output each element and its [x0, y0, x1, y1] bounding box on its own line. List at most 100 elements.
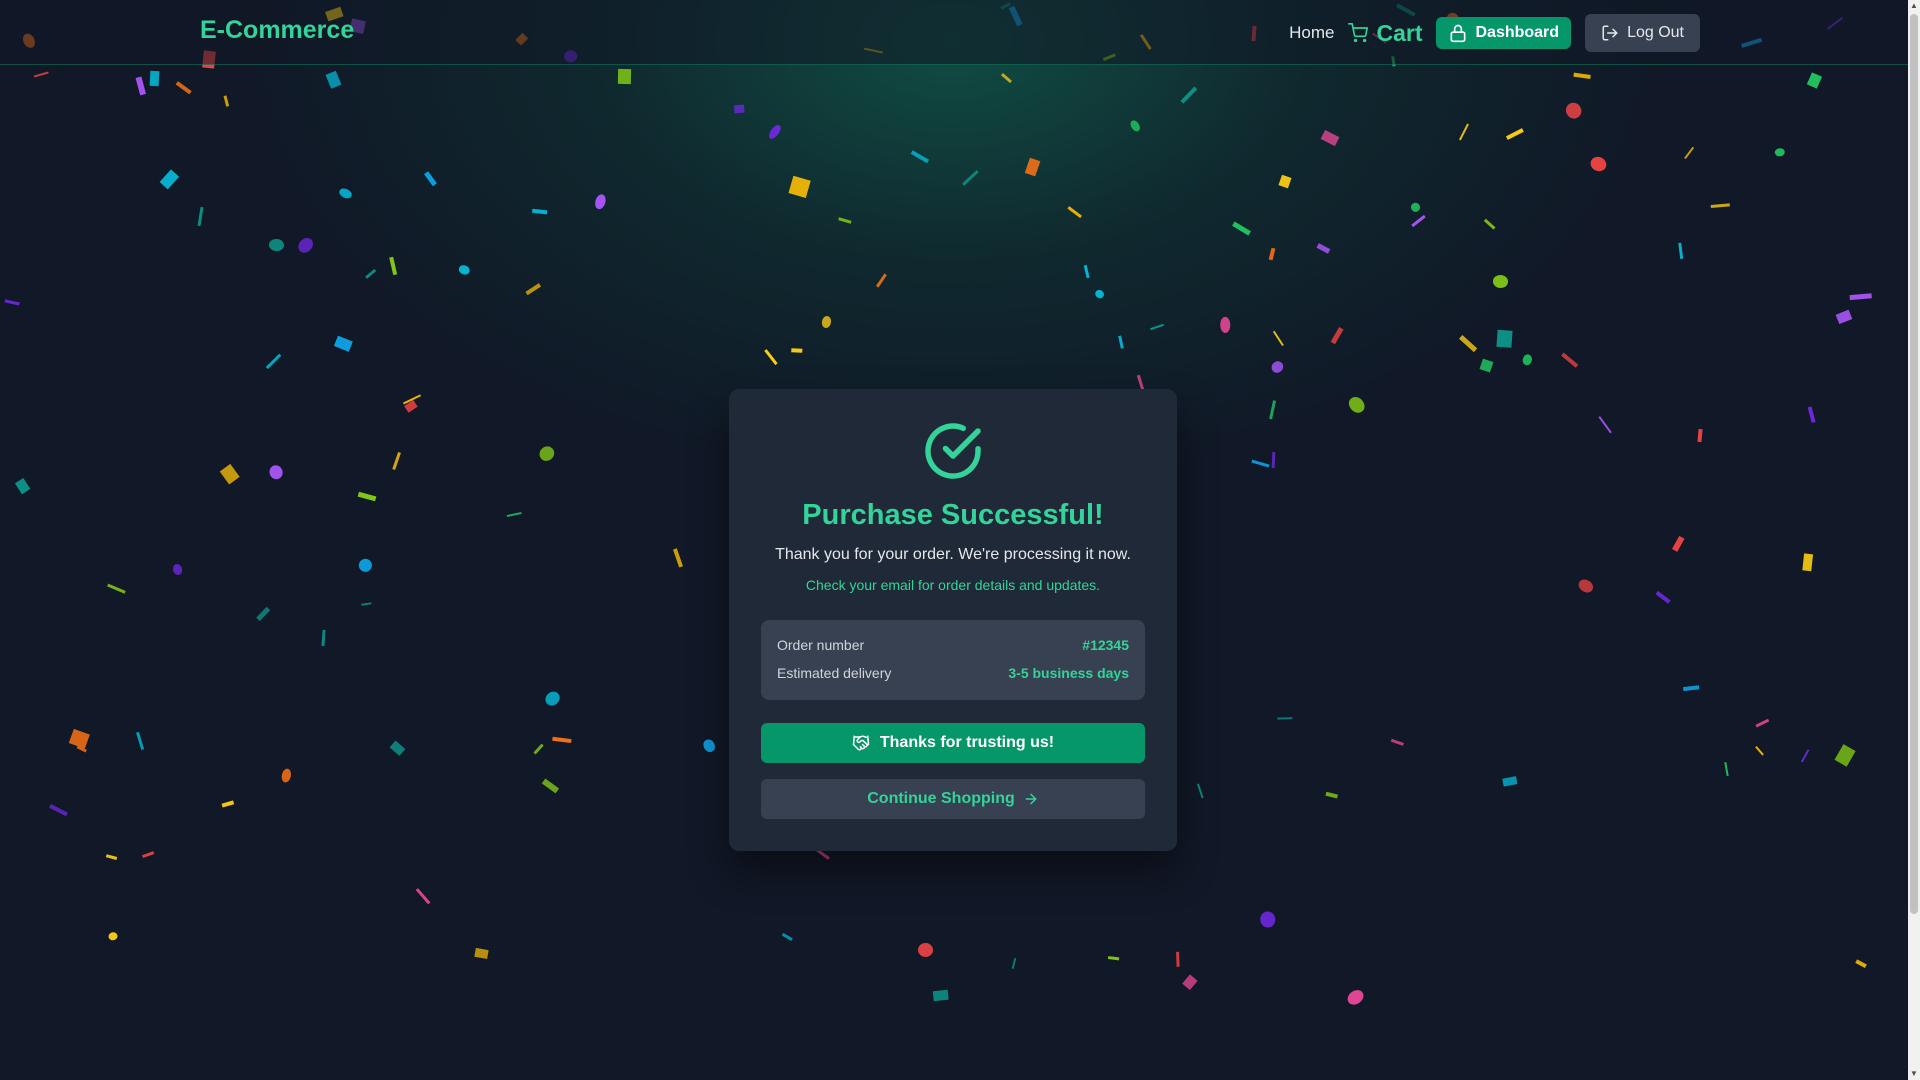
thanks-button[interactable]: Thanks for trusting us! — [761, 723, 1145, 763]
confetti-piece — [1001, 72, 1013, 83]
confetti-piece — [68, 729, 90, 749]
confetti-piece — [876, 273, 887, 288]
confetti-piece — [1182, 974, 1198, 990]
delivery-label: Estimated delivery — [777, 665, 892, 681]
confetti-piece — [1496, 329, 1513, 348]
confetti-piece — [337, 186, 354, 201]
confetti-piece — [391, 452, 401, 471]
confetti-piece — [781, 932, 793, 941]
nav-cart-link[interactable]: Cart — [1348, 20, 1422, 47]
confetti-piece — [141, 851, 155, 859]
dashboard-label: Dashboard — [1475, 24, 1560, 41]
logout-icon — [1601, 24, 1619, 42]
confetti-piece — [1483, 218, 1496, 230]
confetti-piece — [1520, 353, 1533, 367]
confetti-piece — [788, 175, 811, 198]
nav-home-link[interactable]: Home — [1289, 23, 1334, 43]
confetti-piece — [1697, 428, 1703, 443]
confetti-piece — [160, 169, 180, 189]
confetti-piece — [1083, 264, 1090, 279]
scroll-down-icon[interactable]: ▼ — [1908, 1068, 1920, 1080]
confetti-piece — [150, 71, 161, 87]
confetti-piece — [532, 209, 548, 215]
confetti-piece — [1346, 393, 1369, 416]
confetti-piece — [106, 583, 126, 594]
brand-logo[interactable]: E-Commerce — [200, 16, 354, 45]
confetti-piece — [365, 269, 377, 280]
page: E-Commerce Home Cart Dashboard Log Out P… — [0, 0, 1920, 1080]
confetti-piece — [424, 171, 437, 187]
confetti-piece — [1012, 958, 1018, 970]
confetti-piece — [175, 80, 192, 94]
confetti-piece — [1562, 100, 1584, 122]
confetti-piece — [1024, 157, 1040, 177]
confetti-piece — [403, 394, 422, 405]
confetti-piece — [1259, 910, 1276, 928]
confetti-piece — [1654, 591, 1671, 605]
confetti-piece — [1271, 452, 1275, 468]
confetti-piece — [1093, 288, 1106, 301]
scrollbar-thumb[interactable] — [1910, 14, 1918, 914]
confetti-piece — [389, 740, 406, 756]
confetti-piece — [1850, 292, 1873, 300]
confetti-piece — [1268, 247, 1276, 261]
confetti-piece — [701, 737, 718, 755]
confetti-piece — [593, 193, 608, 211]
confetti-piece — [361, 602, 372, 607]
confetti-piece — [1331, 326, 1344, 344]
confetti-piece — [266, 354, 283, 370]
dashboard-button[interactable]: Dashboard — [1436, 17, 1572, 49]
delivery-value: 3-5 business days — [1008, 665, 1129, 681]
confetti-piece — [1492, 274, 1509, 289]
confetti-piece — [1710, 203, 1730, 208]
confetti-piece — [1325, 792, 1338, 799]
confetti-piece — [1802, 552, 1814, 572]
nav-actions: Home Cart Dashboard Log Out — [1289, 14, 1700, 52]
confetti-piece — [917, 942, 933, 958]
confetti-piece — [1506, 127, 1524, 140]
confetti-piece — [357, 491, 376, 502]
confetti-piece — [416, 888, 431, 905]
confetti-piece — [1231, 222, 1251, 236]
confetti-piece — [1320, 129, 1340, 147]
confetti-piece — [136, 732, 144, 751]
confetti-piece — [1561, 353, 1579, 369]
confetti-piece — [1180, 86, 1197, 104]
confetti-piece — [4, 299, 20, 306]
confetti-piece — [1834, 743, 1856, 767]
confetti-piece — [1806, 72, 1822, 89]
confetti-piece — [1278, 174, 1292, 188]
confetti-piece — [1458, 335, 1478, 353]
confetti-piece — [1835, 309, 1853, 324]
confetti-piece — [1576, 576, 1596, 595]
confetti-piece — [268, 237, 284, 251]
continue-shopping-label: Continue Shopping — [867, 790, 1015, 807]
confetti-piece — [1774, 147, 1786, 157]
vertical-scrollbar[interactable]: ▲ ▼ — [1908, 0, 1920, 1080]
confetti-piece — [1149, 323, 1164, 331]
confetti-piece — [1808, 406, 1816, 423]
confetti-piece — [1391, 738, 1405, 746]
check-circle-icon — [923, 421, 983, 481]
scroll-up-icon[interactable]: ▲ — [1908, 0, 1920, 12]
thanks-button-label: Thanks for trusting us! — [879, 734, 1055, 751]
lock-icon — [1448, 23, 1468, 43]
continue-shopping-button[interactable]: Continue Shopping — [761, 779, 1145, 819]
logout-button[interactable]: Log Out — [1585, 14, 1700, 52]
confetti-piece — [542, 689, 563, 709]
confetti-piece — [404, 400, 419, 413]
delivery-row: Estimated delivery 3-5 business days — [777, 665, 1129, 681]
confetti-piece — [1684, 146, 1695, 160]
confetti-piece — [221, 800, 234, 808]
confetti-piece — [1723, 761, 1729, 777]
confetti-piece — [48, 804, 67, 817]
confetti-piece — [1345, 986, 1367, 1008]
success-card: Purchase Successful! Thank you for your … — [729, 389, 1177, 851]
confetti-piece — [14, 477, 31, 494]
confetti-piece — [474, 947, 490, 960]
confetti-piece — [1175, 951, 1180, 967]
confetti-piece — [223, 95, 229, 107]
confetti-piece — [821, 315, 832, 329]
nav-cart-label: Cart — [1376, 19, 1423, 46]
confetti-piece — [1272, 330, 1284, 346]
